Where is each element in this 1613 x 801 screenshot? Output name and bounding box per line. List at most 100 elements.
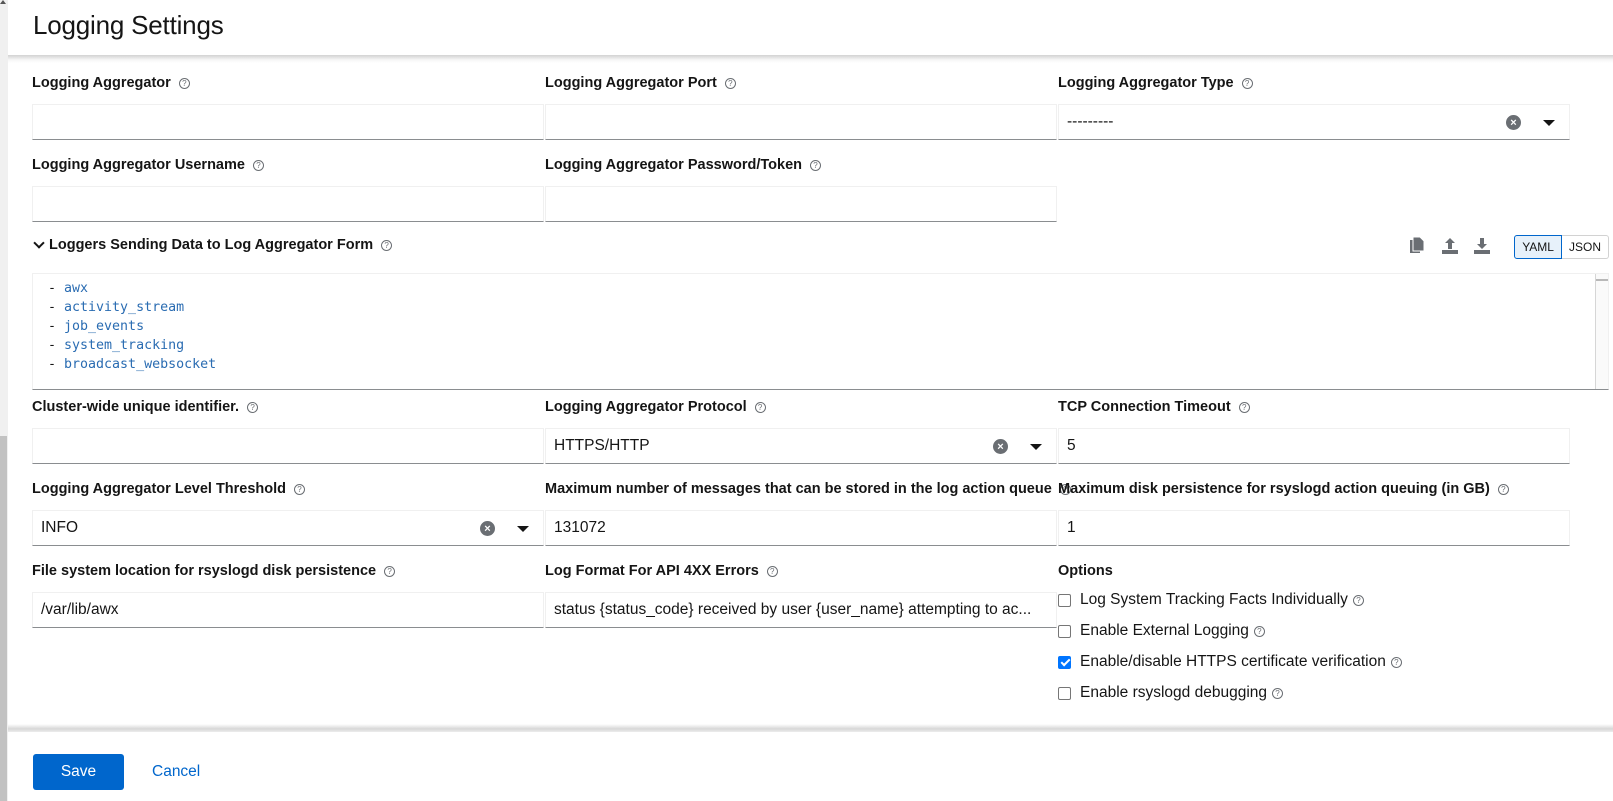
field-aggregator-password: Logging Aggregator Password/Token?: [545, 155, 1057, 222]
fs-location-input[interactable]: /var/lib/awx: [32, 592, 544, 628]
field-label: TCP Connection Timeout: [1058, 399, 1231, 415]
help-icon[interactable]: ?: [1390, 656, 1402, 668]
form-footer: Save Cancel: [8, 732, 1613, 801]
loggers-editor-header: Loggers Sending Data to Log Aggregator F…: [32, 235, 1609, 259]
checkbox-checked[interactable]: [1058, 655, 1071, 669]
max-messages-input[interactable]: 131072: [545, 510, 1057, 546]
help-icon[interactable]: ?: [381, 239, 393, 251]
clear-icon[interactable]: ×: [993, 439, 1008, 454]
loggers-label: Loggers Sending Data to Log Aggregator F…: [49, 237, 374, 253]
help-icon[interactable]: ?: [724, 77, 736, 89]
footer-divider: [8, 724, 1613, 732]
help-icon[interactable]: ?: [1352, 594, 1364, 606]
chevron-down-icon[interactable]: [33, 237, 45, 249]
field-aggregator-username: Logging Aggregator Username?: [32, 155, 544, 222]
level-threshold-select[interactable]: INFO ×: [32, 510, 544, 546]
option-enable-external-logging[interactable]: Enable External Logging ?: [1058, 622, 1265, 640]
help-icon[interactable]: ?: [252, 159, 264, 171]
editor-scrollbar[interactable]: [1595, 274, 1608, 389]
field-label: Logging Aggregator: [32, 75, 171, 91]
json-toggle[interactable]: JSON: [1561, 235, 1609, 259]
field-tcp-timeout: TCP Connection Timeout? 5: [1058, 397, 1570, 464]
format-toggle-group: YAML JSON: [1514, 235, 1609, 259]
clear-icon[interactable]: ×: [1506, 115, 1521, 130]
aggregator-username-input[interactable]: [32, 186, 544, 222]
caret-down-icon[interactable]: [1030, 444, 1042, 450]
logging-aggregator-port-input[interactable]: [545, 104, 1057, 140]
help-icon[interactable]: ?: [178, 77, 190, 89]
field-max-disk: Maximum disk persistence for rsyslogd ac…: [1058, 479, 1570, 546]
field-label: Logging Aggregator Type: [1058, 75, 1234, 91]
help-icon[interactable]: ?: [766, 565, 778, 577]
field-label: Cluster-wide unique identifier.: [32, 399, 240, 415]
header-divider: [8, 55, 1613, 63]
field-label: File system location for rsyslogd disk p…: [32, 563, 377, 579]
code-line: - system_tracking: [48, 338, 185, 353]
help-icon[interactable]: ?: [810, 159, 821, 171]
checkbox[interactable]: [1058, 624, 1071, 638]
clear-icon[interactable]: ×: [480, 521, 495, 536]
help-icon[interactable]: ?: [247, 401, 259, 413]
field-label: Logging Aggregator Password/Token: [545, 157, 802, 173]
code-line: - job_events: [48, 319, 145, 334]
code-line: - broadcast_websocket: [48, 357, 217, 372]
field-logging-aggregator: Logging Aggregator?: [32, 73, 544, 140]
caret-down-icon[interactable]: [517, 526, 529, 532]
help-icon[interactable]: ?: [384, 565, 396, 577]
select-value: INFO: [41, 519, 79, 536]
upload-icon[interactable]: [1441, 237, 1459, 257]
help-icon[interactable]: ?: [1497, 483, 1509, 495]
field-logging-aggregator-port: Logging Aggregator Port?: [545, 73, 1057, 140]
aggregator-password-input[interactable]: [545, 186, 1057, 222]
options-group: Options Log System Tracking Facts Indivi…: [1058, 561, 1578, 726]
option-log-system-tracking[interactable]: Log System Tracking Facts Individually ?: [1058, 591, 1364, 609]
save-button[interactable]: Save: [33, 754, 124, 790]
help-icon[interactable]: ?: [1253, 625, 1265, 637]
loggers-code-editor[interactable]: - awx - activity_stream - job_events - s…: [32, 273, 1609, 390]
cancel-button[interactable]: Cancel: [144, 754, 208, 790]
field-label: Logging Aggregator Level Threshold: [32, 481, 287, 497]
caret-down-icon[interactable]: [1543, 120, 1555, 126]
scroll-up-arrow-icon[interactable]: [0, 0, 6, 4]
checkbox[interactable]: [1058, 593, 1071, 607]
field-label: Logging Aggregator Protocol: [545, 399, 747, 415]
option-label: Enable External Logging: [1080, 622, 1249, 639]
field-label: Maximum number of messages that can be s…: [545, 481, 1052, 497]
page-header: Logging Settings: [8, 0, 1613, 57]
copy-icon[interactable]: [1409, 236, 1427, 257]
checkbox[interactable]: [1058, 686, 1071, 700]
field-cluster-id: Cluster-wide unique identifier.?: [32, 397, 544, 464]
field-max-messages: Maximum number of messages that can be s…: [545, 479, 1071, 546]
logging-aggregator-type-select[interactable]: --------- ×: [1058, 104, 1570, 140]
page-title: Logging Settings: [33, 10, 224, 40]
logging-aggregator-input[interactable]: [32, 104, 544, 140]
yaml-toggle[interactable]: YAML: [1514, 235, 1562, 259]
option-rsyslogd-debugging[interactable]: Enable rsyslogd debugging ?: [1058, 684, 1283, 702]
option-https-cert-verification[interactable]: Enable/disable HTTPS certificate verific…: [1058, 653, 1402, 671]
max-disk-input[interactable]: 1: [1058, 510, 1570, 546]
field-logging-aggregator-type: Logging Aggregator Type? --------- ×: [1058, 73, 1570, 140]
field-fs-location: File system location for rsyslogd disk p…: [32, 561, 544, 628]
code-line: - activity_stream: [48, 300, 185, 315]
option-label: Log System Tracking Facts Individually: [1080, 591, 1348, 608]
left-scrollbar-track[interactable]: [0, 0, 8, 801]
field-label: Logging Aggregator Port: [545, 75, 717, 91]
tcp-timeout-input[interactable]: 5: [1058, 428, 1570, 464]
help-icon[interactable]: ?: [294, 483, 306, 495]
left-scrollbar-thumb[interactable]: [0, 436, 7, 801]
field-log-format-4xx: Log Format For API 4XX Errors? status {s…: [545, 561, 1057, 628]
help-icon[interactable]: ?: [1241, 77, 1253, 89]
code-line: - awx: [48, 281, 89, 296]
field-label: Logging Aggregator Username: [32, 157, 245, 173]
aggregator-protocol-select[interactable]: HTTPS/HTTP ×: [545, 428, 1057, 464]
select-value: ---------: [1067, 113, 1114, 130]
option-label: Enable/disable HTTPS certificate verific…: [1080, 653, 1386, 670]
cluster-id-input[interactable]: [32, 428, 544, 464]
option-label: Enable rsyslogd debugging: [1080, 684, 1267, 701]
field-label: Maximum disk persistence for rsyslogd ac…: [1058, 481, 1490, 497]
log-format-4xx-input[interactable]: status {status_code} received by user {u…: [545, 592, 1057, 628]
download-icon[interactable]: [1473, 237, 1491, 257]
help-icon[interactable]: ?: [1238, 401, 1250, 413]
help-icon[interactable]: ?: [754, 401, 766, 413]
help-icon[interactable]: ?: [1272, 687, 1283, 699]
